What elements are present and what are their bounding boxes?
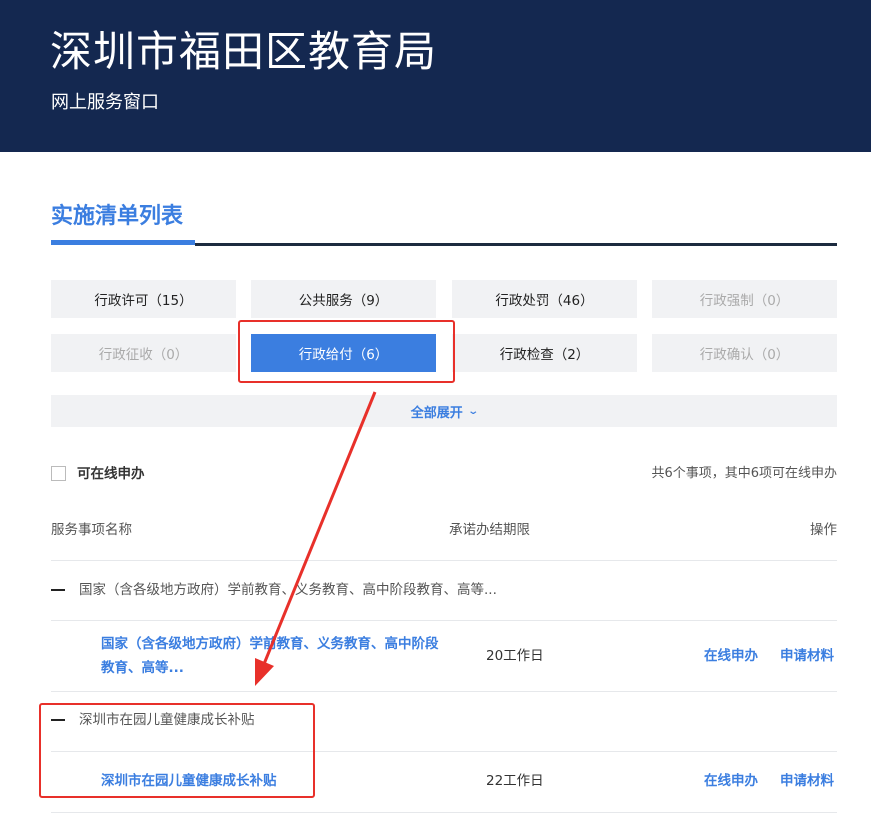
- section-title: 实施清单列表: [51, 204, 184, 229]
- result-summary: 共6个事项，其中6项可在线申办: [651, 466, 837, 481]
- divider: [51, 691, 837, 692]
- column-header-deadline: 承诺办结期限: [449, 522, 530, 538]
- group-title: 国家（含各级地方政府）学前教育、义务教育、高中阶段教育、高等...: [79, 582, 497, 598]
- online-only-label[interactable]: 可在线申办: [77, 464, 145, 484]
- divider: [51, 560, 837, 561]
- apply-online-link[interactable]: 在线申办: [704, 771, 758, 791]
- collapse-group-icon[interactable]: [51, 589, 65, 591]
- divider: [51, 812, 837, 813]
- service-item-name-line: 国家（含各级地方政府）学前教育、义务教育、高中阶段: [101, 636, 439, 652]
- group-title: 深圳市在园儿童健康成长补贴: [79, 712, 255, 728]
- section-title-underline: [51, 240, 195, 245]
- category-xingzheng-xuke[interactable]: 行政许可（15）: [51, 280, 236, 318]
- page-header: 深圳市福田区教育局 网上服务窗口: [0, 0, 871, 152]
- expand-all-button[interactable]: 全部展开 ⌄: [51, 395, 837, 427]
- category-xingzheng-jiancha[interactable]: 行政检查（2）: [452, 334, 637, 372]
- category-xingzheng-geifu[interactable]: 行政给付（6）: [251, 334, 436, 372]
- service-item-name-line: 教育、高等...: [101, 660, 184, 676]
- application-materials-link[interactable]: 申请材料: [780, 646, 834, 666]
- category-xingzheng-zhengshou[interactable]: 行政征收（0）: [51, 334, 236, 372]
- divider: [51, 751, 837, 752]
- category-gonggong-fuwu[interactable]: 公共服务（9）: [251, 280, 436, 318]
- site-title: 深圳市福田区教育局: [50, 27, 438, 76]
- category-xingzheng-chufa[interactable]: 行政处罚（46）: [452, 280, 637, 318]
- service-item-deadline: 20工作日: [486, 648, 544, 664]
- column-header-action: 操作: [810, 522, 837, 538]
- site-subtitle: 网上服务窗口: [51, 92, 159, 113]
- section-divider: [195, 243, 837, 246]
- service-item-name[interactable]: 国家（含各级地方政府）学前教育、义务教育、高中阶段 教育、高等...: [101, 632, 439, 680]
- apply-online-link[interactable]: 在线申办: [704, 646, 758, 666]
- category-xingzheng-queren[interactable]: 行政确认（0）: [652, 334, 837, 372]
- service-item-deadline: 22工作日: [486, 773, 544, 789]
- online-only-checkbox[interactable]: [51, 466, 66, 481]
- column-header-name: 服务事项名称: [51, 522, 132, 538]
- chevron-down-icon: ⌄: [467, 405, 479, 417]
- category-xingzheng-qiangzhi[interactable]: 行政强制（0）: [652, 280, 837, 318]
- application-materials-link[interactable]: 申请材料: [780, 771, 834, 791]
- expand-all-label: 全部展开: [410, 405, 463, 421]
- service-item-name[interactable]: 深圳市在园儿童健康成长补贴: [101, 769, 277, 793]
- divider: [51, 620, 837, 621]
- collapse-group-icon[interactable]: [51, 719, 65, 721]
